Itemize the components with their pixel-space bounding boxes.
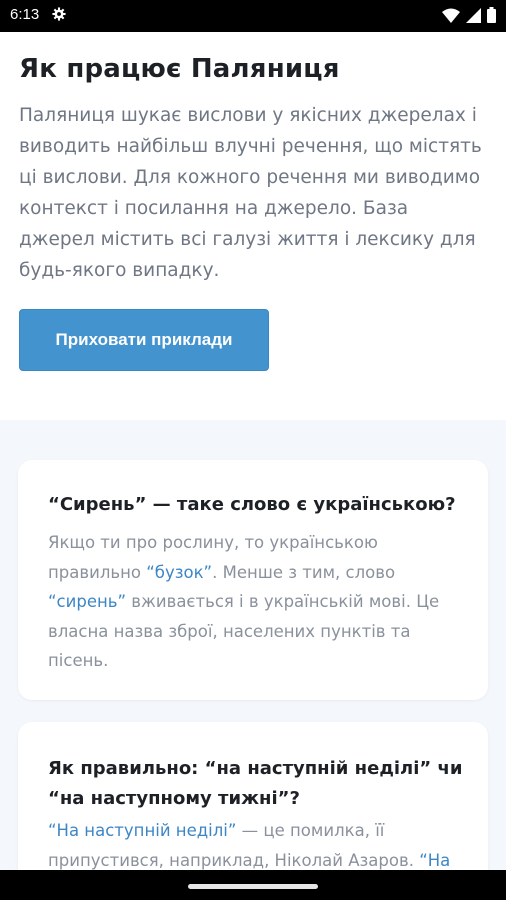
card-title: “Сирень” — таке слово є українською? [48,494,456,515]
card-body: “На наступній неділі” — це помилка, її п… [48,816,468,875]
word-link-siren[interactable]: “сирень” [48,592,126,611]
wifi-icon [442,8,460,23]
word-link-buzok[interactable]: “бузок” [146,563,212,582]
phrase-link-na-nastupnomu[interactable]: “На [419,851,450,870]
card-title: Як правильно: “на наступній неділі” чи “… [48,758,463,809]
intro-text: Паляниця шукає вислови у якісних джерела… [19,105,482,281]
navigation-bar [0,870,506,900]
battery-icon [487,7,496,23]
phrase-link-na-nastupniy-nedili[interactable]: “На наступній неділі” [48,821,236,840]
gear-icon [52,7,66,21]
example-card: “Сирень” — таке слово є українською? Якщ… [18,460,488,700]
hide-examples-button[interactable]: Приховати приклади [19,309,269,371]
how-it-works-section: Як працює Паляниця Паляниця шукає вислов… [0,32,506,420]
home-gesture-handle[interactable] [188,884,318,889]
card-body-text: . Менше з тим, слово [212,562,396,582]
status-time: 6:13 [10,6,40,23]
card-body: Якщо ти про рослину, то українською прав… [48,528,468,676]
status-bar: 6:13 [0,0,506,32]
page-title: Як працює Паляниця [19,54,340,84]
signal-icon [466,7,481,23]
